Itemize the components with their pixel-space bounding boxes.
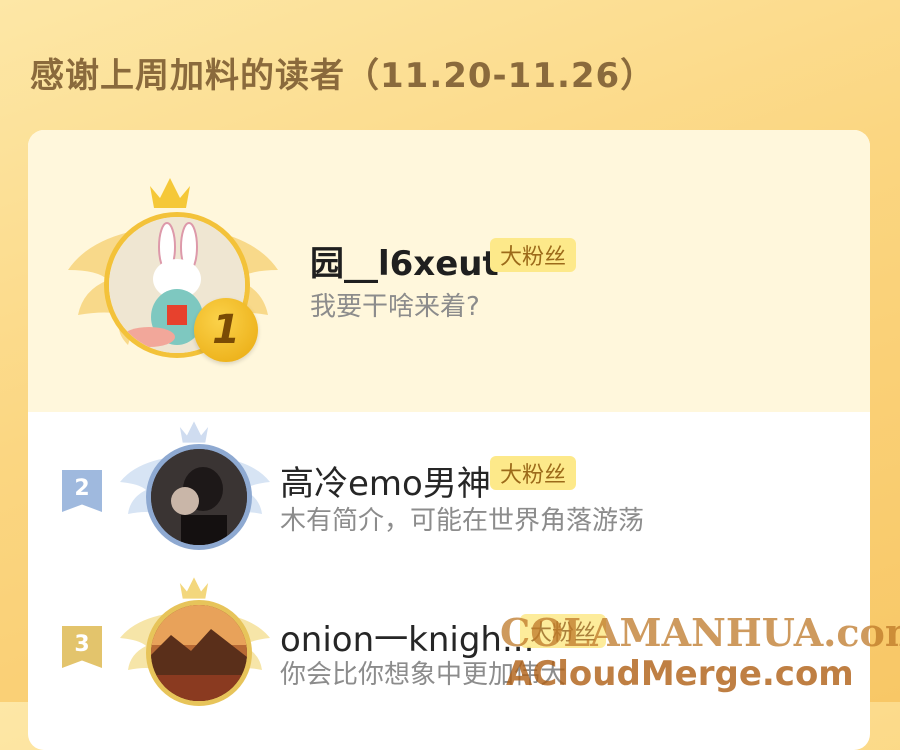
reader-bio: 木有简介，可能在世界角落游荡: [280, 506, 645, 536]
rank-badge: 1: [194, 298, 258, 362]
reader-bio: 你会比你想象中更加伟大: [280, 660, 567, 690]
reader-name[interactable]: 高冷emo男神: [280, 456, 491, 505]
crown-icon: [179, 421, 209, 443]
crown-icon: [179, 577, 209, 599]
portrait-avatar-icon: [151, 449, 247, 545]
rank-flag: 2: [62, 470, 102, 512]
fan-level-badge: 大粉丝: [490, 456, 577, 490]
rank-flag: 3: [62, 626, 102, 668]
fan-level-badge: 大粉丝: [490, 238, 577, 272]
avatar[interactable]: [146, 444, 252, 550]
landscape-avatar-icon: [151, 605, 247, 701]
reader-name[interactable]: 园__l6xeut: [310, 236, 499, 285]
reader-bio: 我要干啥来着?: [310, 292, 480, 322]
page-title: 感谢上周加料的读者（11.20-11.26）: [30, 56, 656, 96]
reader-ranking-card: 1 园__l6xeut 大粉丝 我要干啥来着? 2 高冷emo男神 大粉丝 木有…: [28, 130, 870, 750]
avatar[interactable]: [146, 600, 252, 706]
fan-level-badge: 大粉丝: [520, 614, 607, 648]
crown-icon: [150, 178, 190, 208]
